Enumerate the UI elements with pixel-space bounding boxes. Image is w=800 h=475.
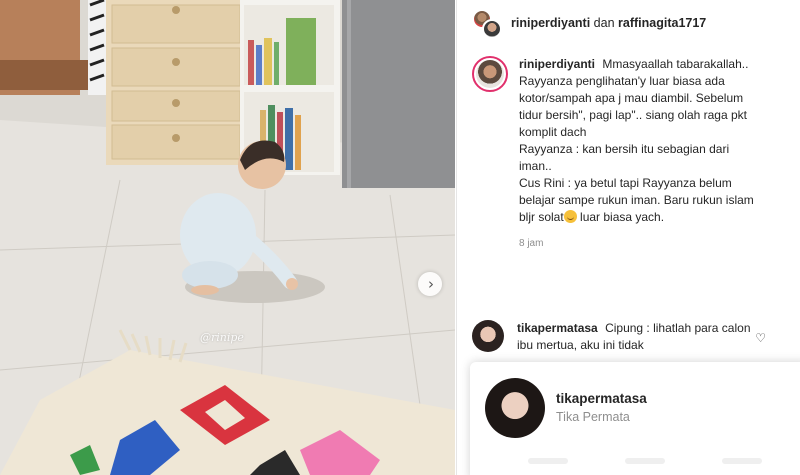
comment-row: tikapermatasa Cipung : lihatlah para cal… [457,320,800,354]
comment-avatar[interactable] [472,320,504,352]
profile-hover-card: tikapermatasa Tika Permata [470,362,800,475]
author-link-riniperdiyanti[interactable]: riniperdiyanti [511,16,590,30]
caption-text-2: Rayyanza : kan bersih itu sebagian dari … [519,142,730,173]
post-header: riniperdiyanti dan raffinagita1717 [457,0,800,45]
hover-card-username[interactable]: tikapermatasa [556,391,647,406]
caption-timestamp[interactable]: 8 jam [519,235,764,252]
caption-text-4: luar biasa yach. [576,210,665,224]
hover-card-stats-placeholder [500,458,790,468]
heart-icon[interactable]: ♡ [755,331,766,345]
comment-username[interactable]: tikapermatasa [517,321,598,335]
caption-avatar[interactable] [472,56,508,92]
post-media[interactable]: › @rinipe [0,0,455,475]
caption: riniperdiyanti Mmasyaallah tabarakallah.… [457,56,800,252]
author-link-raffinagita1717[interactable]: raffinagita1717 [618,16,706,30]
photo-watermark: @rinipe [200,331,244,344]
chevron-right-icon: › [428,274,434,293]
collab-avatars[interactable] [472,7,502,39]
smile-emoji-icon [563,210,577,223]
hover-card-fullname: Tika Permata [556,410,630,424]
post-photo [0,0,455,475]
authors-joiner: dan [593,15,615,30]
comments-list: riniperdiyanti Mmasyaallah tabarakallah.… [457,56,800,252]
post-authors: riniperdiyanti dan raffinagita1717 [511,16,706,30]
avatar [482,18,502,39]
next-media-button[interactable]: › [418,272,442,296]
caption-username[interactable]: riniperdiyanti [519,57,595,71]
hover-card-avatar[interactable] [485,378,545,438]
